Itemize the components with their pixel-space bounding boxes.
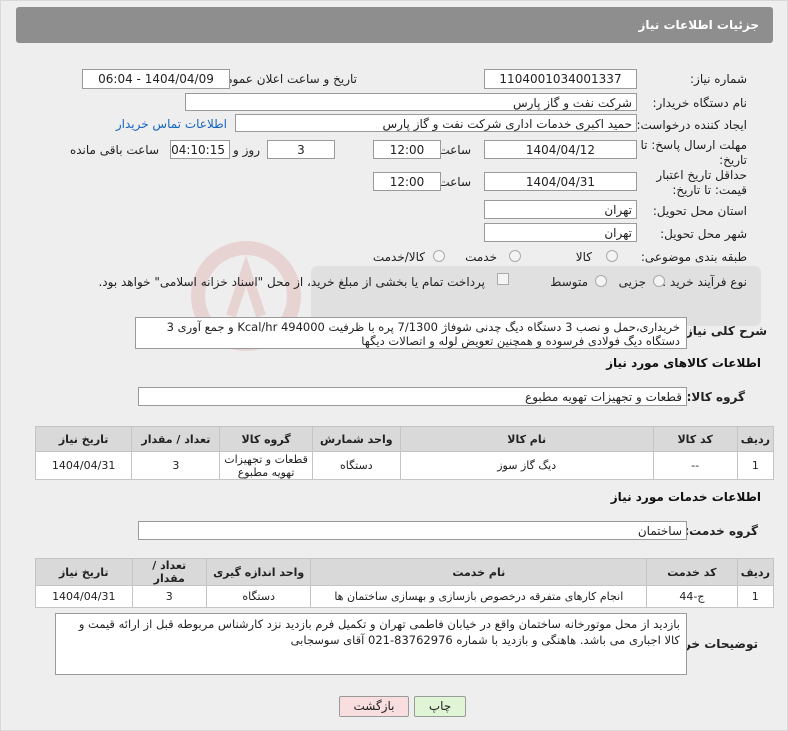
- validity-date-field: 1404/04/31: [484, 172, 637, 191]
- goods-header-cell: تعداد / مقدار: [131, 426, 221, 452]
- process-radio-minor[interactable]: [653, 275, 665, 287]
- goods-section-title: اطلاعات کالاهای مورد نیاز: [606, 356, 761, 370]
- page-frame: جزئیات اطلاعات نیاز شماره نیاز: 11040010…: [0, 0, 788, 731]
- process-radio-medium[interactable]: [595, 275, 607, 287]
- print-button[interactable]: چاپ: [414, 696, 466, 717]
- days-field: 3: [267, 140, 335, 159]
- services-header-cell: ردیف: [736, 558, 775, 586]
- services-table-cell: 1: [736, 585, 775, 608]
- remaining-time-field: 04:10:15: [170, 140, 230, 159]
- goods-table-cell: 1404/04/31: [34, 451, 133, 480]
- treasury-payment-note: پرداخت تمام یا بخشی از مبلغ خرید، از محل…: [98, 275, 485, 289]
- page-title: جزئیات اطلاعات نیاز: [16, 7, 773, 43]
- creator-label: ایجاد کننده درخواست:: [636, 118, 747, 132]
- city-field: تهران: [484, 223, 637, 242]
- buyer-org-label: نام دستگاه خریدار:: [652, 96, 748, 110]
- services-header-cell: کد خدمت: [646, 558, 738, 586]
- back-button[interactable]: بازگشت: [339, 696, 409, 717]
- category-radio-goods-service[interactable]: [433, 250, 445, 262]
- announce-label: تاریخ و ساعت اعلان عمومی:: [212, 72, 357, 86]
- services-table: ردیف کد خدمت نام خدمت واحد اندازه گیری تعداد…: [35, 558, 775, 608]
- services-table-cell: 1404/04/31: [35, 585, 133, 608]
- city-label: شهر محل تحویل:: [660, 227, 747, 241]
- need-number-label: شماره نیاز:: [690, 72, 747, 86]
- province-label: استان محل تحویل:: [652, 204, 747, 218]
- creator-field: حمید اکبری خدمات اداری شرکت نفت و گاز پا…: [235, 114, 637, 132]
- services-table-cell: ج-44: [646, 585, 738, 608]
- goods-header-cell: کد کالا: [652, 426, 738, 452]
- category-option-goods-service: کالا/خدمت: [372, 250, 425, 264]
- province-field: تهران: [484, 200, 637, 219]
- services-table-cell: دستگاه: [205, 585, 312, 608]
- deadline-time-label: ساعت: [438, 143, 471, 157]
- goods-header-cell: واحد شمارش: [311, 426, 401, 452]
- services-section-title: اطلاعات خدمات مورد نیاز: [610, 490, 761, 504]
- need-number-field: 1104001034001337: [484, 69, 637, 89]
- services-group-field: ساختمان: [138, 521, 687, 540]
- buyer-notes-field: بازدید از محل موتورخانه ساختمان واقع در …: [55, 613, 687, 675]
- goods-header-cell: ردیف: [736, 426, 775, 452]
- deadline-time-field: 12:00: [373, 140, 441, 159]
- goods-table-cell: --: [652, 451, 738, 480]
- services-group-label: گروه خدمت:: [684, 524, 758, 538]
- validity-label: حداقل تاریخ اعتبار قیمت: تا تاریخ:: [656, 168, 747, 197]
- deadline-date-field: 1404/04/12: [484, 140, 637, 159]
- category-label: طبقه بندی موضوعی:: [640, 250, 747, 264]
- deadline-label: مهلت ارسال پاسخ: تا تاریخ:: [640, 138, 747, 167]
- category-radio-service[interactable]: [509, 250, 521, 262]
- goods-header-cell: گروه کالا: [219, 426, 313, 452]
- goods-table-row: 1 -- دیگ گاز سوز دستگاه قطعات و تجهیزات تهوی…: [34, 451, 775, 480]
- goods-header-cell: تاریخ نیاز: [34, 426, 133, 452]
- description-field: خریداری،حمل و نصب 3 دستگاه دیگ چدنی شوفا…: [135, 317, 687, 349]
- validity-time-field: 12:00: [373, 172, 441, 191]
- services-table-row: 1 ج-44 انجام کارهای متفرقه درخصوص بازسازی …: [35, 585, 775, 608]
- description-label: شرح کلی نیاز:: [681, 324, 767, 338]
- goods-group-field: قطعات و تجهیزات تهویه مطبوع: [138, 387, 687, 406]
- goods-table: ردیف کد کالا نام کالا واحد شمارش گروه کالا تع…: [34, 426, 775, 480]
- goods-table-cell: دیگ گاز سوز: [399, 451, 654, 480]
- process-label: نوع فرآیند خرید :: [662, 275, 747, 289]
- buyer-org-field: شرکت نفت و گاز پارس: [185, 93, 637, 111]
- services-table-cell: 3: [131, 585, 207, 608]
- remaining-time-label: ساعت باقی مانده: [69, 143, 159, 157]
- services-header-cell: تعداد / مقدار: [131, 558, 207, 586]
- days-label: روز و: [233, 143, 260, 157]
- goods-table-cell: 1: [736, 451, 775, 480]
- goods-table-cell: دستگاه: [311, 451, 401, 480]
- announce-field: 1404/04/09 - 06:04: [82, 69, 230, 89]
- services-table-cell: انجام کارهای متفرقه درخصوص بازسازی و بهس…: [310, 585, 648, 608]
- goods-header-cell: نام کالا: [399, 426, 654, 452]
- process-option-medium: متوسط: [550, 275, 588, 289]
- validity-time-label: ساعت: [438, 175, 471, 189]
- goods-table-cell: قطعات و تجهیزات تهویه مطبوع: [219, 451, 313, 480]
- services-header-cell: واحد اندازه گیری: [205, 558, 312, 586]
- goods-table-cell: 3: [131, 451, 221, 480]
- category-radio-goods[interactable]: [606, 250, 618, 262]
- buyer-contact-link[interactable]: اطلاعات تماس خریدار: [116, 117, 227, 131]
- services-header-cell: نام خدمت: [310, 558, 648, 586]
- process-option-minor: جزیی: [618, 275, 646, 289]
- category-option-goods: کالا: [575, 250, 592, 264]
- goods-group-label: گروه کالا:: [686, 390, 745, 404]
- services-header-cell: تاریخ نیاز: [35, 558, 133, 586]
- treasury-payment-checkbox[interactable]: [497, 273, 509, 285]
- category-option-service: خدمت: [465, 250, 497, 264]
